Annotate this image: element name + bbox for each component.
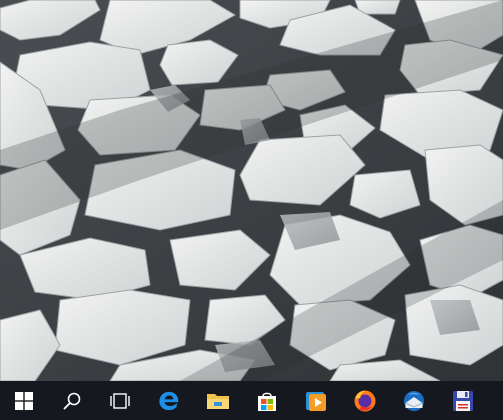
search-button[interactable] [48,381,96,420]
start-button[interactable] [0,381,48,420]
taskbar-app-microsoft-store[interactable] [242,381,291,420]
media-player-icon [305,391,326,411]
task-view-icon [110,392,130,409]
task-view-button[interactable] [96,381,144,420]
taskbar-app-firefox[interactable] [340,381,389,420]
floppy-disk-icon [452,390,473,411]
file-explorer-icon [206,393,229,409]
taskbar-app-media-player[interactable] [291,381,340,420]
store-icon [257,392,276,411]
taskbar-app-thunderbird[interactable] [389,381,438,420]
edge-icon [158,391,178,410]
ice-floes-wallpaper [0,0,503,381]
search-icon [63,392,81,409]
firefox-icon [354,390,375,411]
taskbar-app-save[interactable] [438,381,487,420]
taskbar [0,381,503,420]
taskbar-app-edge[interactable] [144,381,193,420]
taskbar-app-file-explorer[interactable] [193,381,242,420]
windows-logo-icon [15,391,33,410]
desktop-wallpaper [0,0,503,381]
thunderbird-icon [403,390,424,411]
